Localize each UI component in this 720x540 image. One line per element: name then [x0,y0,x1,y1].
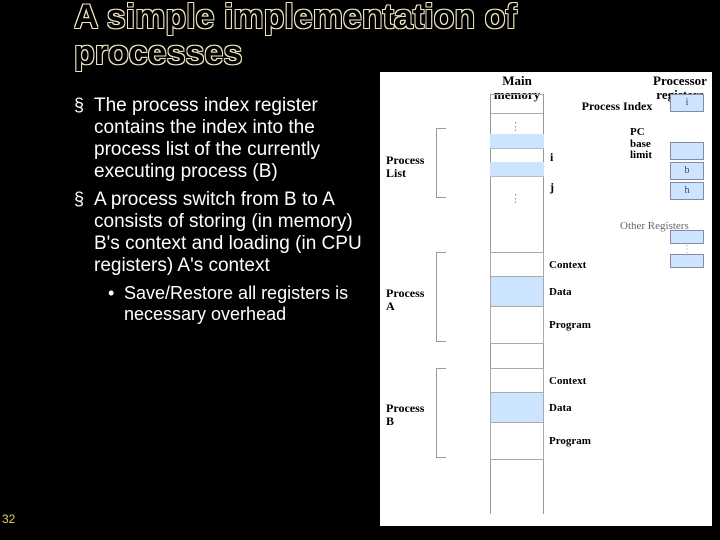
bullet-2a: Save/Restore all registers is necessary … [108,283,374,325]
dots-pl: ⋮ [510,192,521,205]
process-b-context: Context [491,369,543,393]
label-process-a: Process A [386,287,432,312]
reg-other-2 [670,254,704,268]
reg-other-1 [670,230,704,244]
slide-number: 32 [2,512,15,526]
slide: A simple implementation of processes 32 … [0,0,720,540]
label-program-b: Program [549,435,591,447]
reg-limit: h [670,182,704,200]
brace-process-list [436,128,446,198]
label-context-a: Context [549,259,586,271]
bullet-1: The process index register contains the … [74,95,374,183]
register-column: i b h ⋮ [670,94,704,270]
reg-dots: ⋮ [670,246,704,254]
slide-title: A simple implementation of processes [74,0,634,71]
reg-base: b [670,162,704,180]
process-b-program: Program [491,423,543,459]
brace-process-a [436,252,446,342]
label-pc: PC [630,127,670,139]
process-a-box: Context Data Program [490,252,544,344]
label-program-a: Program [549,319,591,331]
process-b-data: Data [491,393,543,423]
label-limit: limit [630,150,670,162]
label-pc-base-limit: PC base limit [630,127,670,162]
process-a-program: Program [491,307,543,343]
label-j: j [550,180,554,195]
label-process-b: Process B [386,402,432,427]
process-list-slot-j [490,162,544,177]
bullet-2: A process switch from B to A consists of… [74,189,374,277]
dots-top: ⋮ [510,120,521,133]
process-a-data: Data [491,277,543,307]
label-data-a: Data [549,286,572,298]
body-text: The process index register contains the … [74,95,374,325]
process-b-box: Context Data Program [490,368,544,460]
process-a-context: Context [491,253,543,277]
label-process-index: Process Index [580,100,654,113]
process-list-box [490,134,544,149]
reg-pc [670,142,704,160]
reg-process-index: i [670,94,704,112]
mem-cell [491,94,543,114]
brace-process-b [436,368,446,458]
label-data-b: Data [549,402,572,414]
figure: Main memory Processor registers Process … [380,72,712,526]
label-other-registers: Other Registers [620,220,689,232]
process-list-box-j [490,162,544,177]
reg-gap [670,114,704,140]
label-context-b: Context [549,375,586,387]
label-i: i [550,150,553,165]
process-list-slot-i [490,134,544,149]
label-process-list: Process List [386,154,432,179]
